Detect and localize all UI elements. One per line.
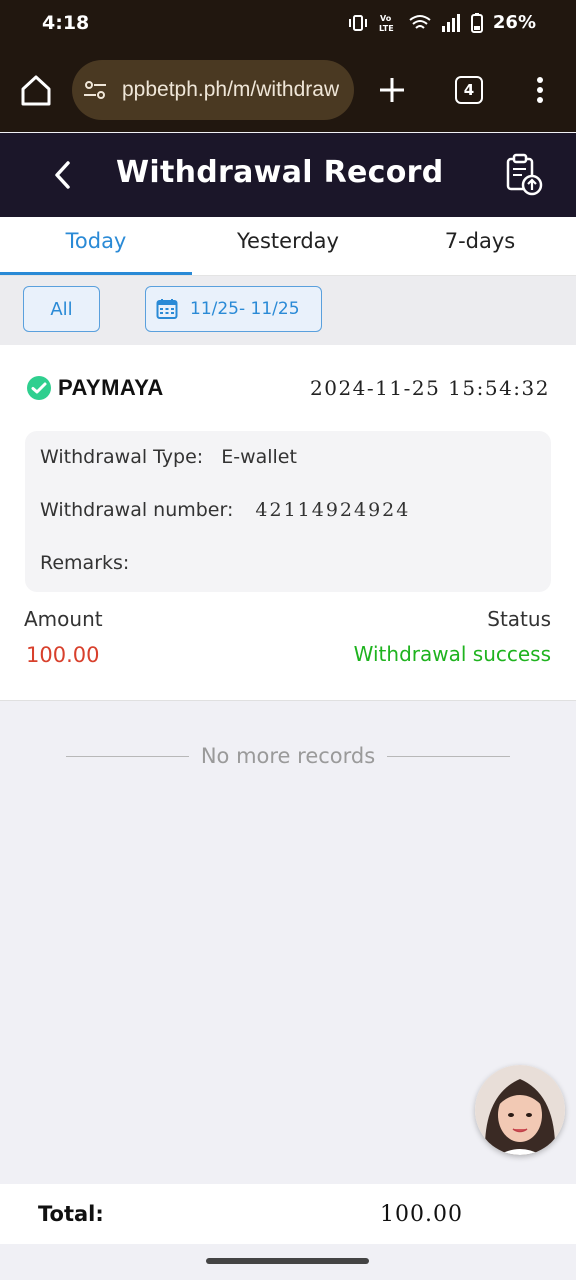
address-bar[interactable]: ppbetph.ph/m/withdraw <box>72 60 354 120</box>
withdrawal-type-row: Withdrawal Type: E-wallet <box>40 446 297 468</box>
more-menu-icon[interactable] <box>528 74 552 106</box>
total-bar: Total: 100.00 <box>0 1184 576 1244</box>
tab-yesterday[interactable]: Yesterday <box>192 217 384 275</box>
withdrawal-record-card[interactable]: PAYMAYA 2024-11-25 15:54:32 Withdrawal T… <box>0 345 576 701</box>
app-header: Withdrawal Record <box>0 133 576 217</box>
back-icon[interactable] <box>48 157 78 193</box>
divider-line <box>66 755 189 757</box>
date-range-button[interactable]: 11/25- 11/25 <box>145 286 322 332</box>
wifi-icon <box>409 14 431 29</box>
date-tabs: Today Yesterday 7-days <box>0 217 576 276</box>
tab-7-days[interactable]: 7-days <box>384 217 576 275</box>
withdrawal-number-row: Withdrawal number: 42114924924 <box>40 499 410 521</box>
date-range-text: 11/25- 11/25 <box>190 299 300 319</box>
avatar-portrait <box>475 1065 565 1155</box>
paymaya-logo-icon <box>27 376 51 400</box>
paymaya-logo: PAYMAYA <box>26 375 164 401</box>
status-bar: 4:18 Vo LTE 26% <box>0 0 576 48</box>
filter-row: All 11/25- 11/25 <box>0 276 576 345</box>
customer-service-avatar[interactable] <box>475 1065 565 1155</box>
status-value: Withdrawal success <box>353 642 551 666</box>
calendar-icon <box>156 299 178 319</box>
withdrawal-number-label: Withdrawal number: <box>40 499 234 521</box>
tab-today[interactable]: Today <box>0 217 192 275</box>
withdrawal-number-value: 42114924924 <box>255 499 411 521</box>
status-time: 4:18 <box>42 12 90 34</box>
svg-text:Vo: Vo <box>380 14 392 23</box>
withdrawal-type-value: E-wallet <box>221 446 297 468</box>
battery-icon <box>470 12 483 33</box>
amount-label: Amount <box>24 607 103 631</box>
no-more-records: No more records <box>66 744 511 768</box>
clipboard-upload-icon[interactable] <box>504 153 544 197</box>
volte-icon: Vo LTE <box>379 14 394 33</box>
total-label: Total: <box>38 1202 104 1226</box>
total-value: 100.00 <box>380 1202 463 1227</box>
browser-toolbar: ppbetph.ph/m/withdraw 4 <box>0 48 576 132</box>
filter-all-button[interactable]: All <box>23 286 100 332</box>
divider-line <box>387 755 511 757</box>
provider-name: PAYMAYA <box>58 375 164 400</box>
home-icon[interactable] <box>18 72 54 108</box>
new-tab-icon[interactable] <box>376 74 408 106</box>
page-title: Withdrawal Record <box>116 155 444 190</box>
gesture-nav-handle[interactable] <box>206 1258 369 1264</box>
svg-text:LTE: LTE <box>379 24 394 33</box>
tab-switcher-button[interactable]: 4 <box>455 76 483 104</box>
status-icons: Vo LTE 26% <box>347 12 536 33</box>
remarks-label: Remarks: <box>40 552 130 574</box>
signal-icon <box>441 13 460 32</box>
record-details: Withdrawal Type: E-wallet Withdrawal numb… <box>25 431 551 592</box>
remarks-row: Remarks: <box>40 552 129 574</box>
no-more-records-text: No more records <box>200 744 376 768</box>
vibrate-icon <box>348 14 367 31</box>
withdrawal-type-label: Withdrawal Type: <box>40 446 204 468</box>
record-datetime: 2024-11-25 15:54:32 <box>310 376 550 400</box>
status-label: Status <box>487 607 551 631</box>
url-text: ppbetph.ph/m/withdraw <box>122 78 340 101</box>
site-settings-icon[interactable] <box>82 77 108 103</box>
battery-percent: 26% <box>492 12 536 33</box>
amount-value: 100.00 <box>26 643 100 667</box>
